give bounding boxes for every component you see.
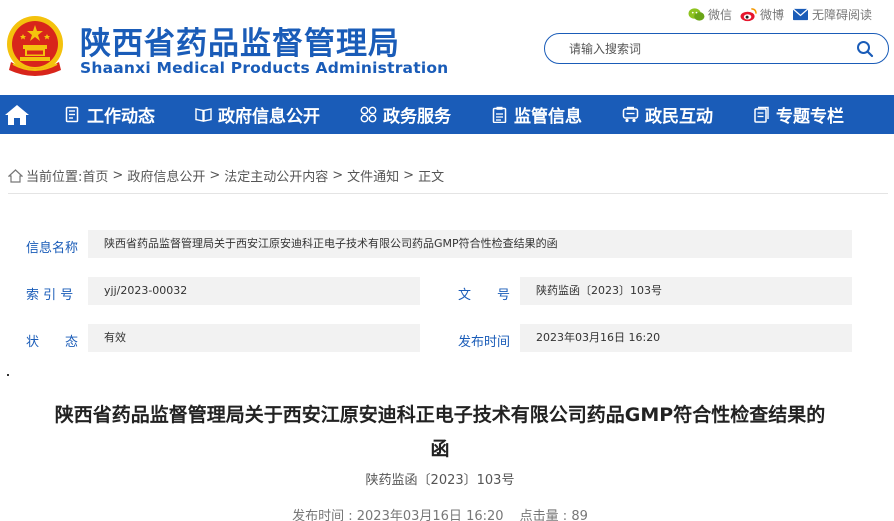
wechat-icon <box>688 8 705 21</box>
notes-icon <box>754 106 769 123</box>
info-name-label: 信息名称 <box>26 241 79 256</box>
info-status-label: 状 态 <box>26 335 79 350</box>
stray-dot <box>7 374 9 376</box>
nav-item-supervision[interactable]: 监管信息 <box>491 102 582 127</box>
info-docno-value: 陕药监函〔2023〕103号 <box>520 277 852 305</box>
nav-label: 政民互动 <box>645 107 713 127</box>
weibo-link[interactable]: 微博 <box>740 6 784 23</box>
search-input[interactable] <box>569 40 849 58</box>
nav-label: 监管信息 <box>514 107 582 127</box>
nav-item-services[interactable]: 政务服务 <box>360 102 451 127</box>
wechat-label: 微信 <box>707 8 732 22</box>
info-docno-label: 文 号 <box>458 288 511 303</box>
nav-item-interaction[interactable]: 政民互动 <box>622 102 713 127</box>
click-count: 点击量 : 89 <box>520 509 588 521</box>
document-list-icon <box>65 106 79 123</box>
wechat-link[interactable]: 微信 <box>688 6 732 23</box>
search-box <box>544 33 889 64</box>
article-title-line2: 函 <box>430 438 450 460</box>
breadcrumb-divider <box>8 193 888 194</box>
nav-label: 政府信息公开 <box>218 107 320 127</box>
publish-time-value: 2023年03月16日 16:20 <box>356 509 504 521</box>
article-meta: 发布时间 : 2023年03月16日 16:20 点击量 : 89 <box>0 505 880 521</box>
grid-circles-icon <box>360 106 377 123</box>
weibo-label: 微博 <box>759 8 784 22</box>
nav-label: 专题专栏 <box>776 107 844 127</box>
home-button[interactable] <box>0 95 34 134</box>
site-title-en: Shaanxi Medical Products Administration <box>80 59 449 77</box>
breadcrumb-gov-info[interactable]: 政府信息公开 <box>127 166 205 185</box>
main-nav: 工作动态 政府信息公开 政务服务 监管信息 政民互动 专题专栏 <box>0 95 894 134</box>
breadcrumb-notices[interactable]: 文件通知 <box>347 166 399 185</box>
chat-network-icon <box>622 106 639 123</box>
breadcrumb: 当前位置: 首页 > 政府信息公开 > 法定主动公开内容 > 文件通知 > 正文 <box>8 166 444 185</box>
open-book-icon <box>195 108 212 122</box>
nav-label: 政务服务 <box>383 107 451 127</box>
national-emblem-logo[interactable] <box>3 14 67 80</box>
nav-item-work-news[interactable]: 工作动态 <box>64 102 155 127</box>
info-index-value: yjj/2023-00032 <box>88 277 420 305</box>
publish-time-label: 发布时间 : <box>292 509 357 521</box>
breadcrumb-prefix: 当前位置: <box>26 170 83 185</box>
info-status-value: 有效 <box>88 324 420 352</box>
info-date-value: 2023年03月16日 16:20 <box>520 324 852 352</box>
accessibility-label: 无障碍阅读 <box>811 8 872 22</box>
clipboard-icon <box>492 106 507 123</box>
home-icon <box>5 104 29 125</box>
breadcrumb-statutory[interactable]: 法定主动公开内容 <box>224 166 328 185</box>
click-count-value: 89 <box>571 509 588 521</box>
accessibility-link[interactable]: 无障碍阅读 <box>792 6 872 23</box>
site-header: 陕西省药品监督管理局 Shaanxi Medical Products Admi… <box>0 0 894 95</box>
site-title-cn: 陕西省药品监督管理局 <box>80 26 400 62</box>
article-docno: 陕药监函〔2023〕103号 <box>365 473 515 488</box>
info-date-label: 发布时间 <box>458 335 511 350</box>
nav-item-special[interactable]: 专题专栏 <box>753 102 844 127</box>
accessibility-icon <box>792 8 809 21</box>
breadcrumb-current: 正文 <box>418 170 445 185</box>
publish-time: 发布时间 : 2023年03月16日 16:20 <box>292 509 503 521</box>
nav-item-gov-info[interactable]: 政府信息公开 <box>195 102 320 127</box>
breadcrumb-separator: > <box>332 168 344 183</box>
home-outline-icon <box>8 168 23 183</box>
article-title-line1: 陕西省药品监督管理局关于西安江原安迪科正电子技术有限公司药品GMP符合性检查结果… <box>54 404 826 426</box>
info-name-value: 陕西省药品监督管理局关于西安江原安迪科正电子技术有限公司药品GMP符合性检查结果… <box>88 230 852 258</box>
nav-label: 工作动态 <box>87 107 155 127</box>
search-icon[interactable] <box>856 40 874 58</box>
breadcrumb-home[interactable]: 首页 <box>82 166 108 185</box>
breadcrumb-separator: > <box>112 168 124 183</box>
weibo-icon <box>740 8 757 22</box>
article-title: 陕西省药品监督管理局关于西安江原安迪科正电子技术有限公司药品GMP符合性检查结果… <box>20 398 860 466</box>
info-index-label: 索 引 号 <box>26 288 74 303</box>
header-tools: 微信 微博 无障碍阅读 <box>688 6 872 23</box>
breadcrumb-separator: > <box>209 168 221 183</box>
click-count-label: 点击量 : <box>519 509 572 521</box>
breadcrumb-separator: > <box>403 168 415 183</box>
